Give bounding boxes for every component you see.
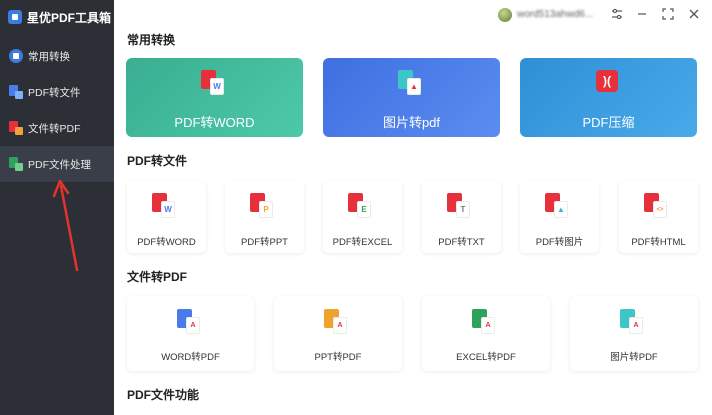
tile-pdf-to-image[interactable]: ▲ PDF转图片 xyxy=(520,181,599,253)
card-pdf-compress[interactable]: )( PDF压缩 xyxy=(520,58,697,137)
avatar[interactable] xyxy=(498,8,512,22)
tile-label: EXCEL转PDF xyxy=(456,352,516,363)
sidebar-item-file-to-pdf[interactable]: 文件转PDF xyxy=(0,110,114,146)
maximize-icon[interactable] xyxy=(660,6,676,22)
tile-label: PDF转WORD xyxy=(137,237,196,248)
tile-label: PDF转PPT xyxy=(241,237,288,248)
tile-label: WORD转PDF xyxy=(161,352,220,363)
sidebar-item-pdf-process[interactable]: PDF文件处理 xyxy=(0,146,114,182)
tile-word-to-pdf[interactable]: A WORD转PDF xyxy=(127,296,254,371)
pdf-process-icon xyxy=(9,157,23,171)
sidebar-item-label: 常用转换 xyxy=(28,50,70,63)
sidebar-item-label: PDF文件处理 xyxy=(28,158,91,171)
card-label: 图片转pdf xyxy=(382,115,441,130)
tile-pdf-to-excel[interactable]: E PDF转EXCEL xyxy=(323,181,402,253)
sidebar-item-label: PDF转文件 xyxy=(28,86,81,99)
card-label: PDF转WORD xyxy=(174,115,255,130)
card-pdf-to-word[interactable]: W PDF转WORD xyxy=(126,58,303,137)
tile-excel-to-pdf[interactable]: A EXCEL转PDF xyxy=(422,296,550,371)
sidebar: 星优PDF工具箱 常用转换 PDF转文件 文件转PDF PDF文件处理 xyxy=(0,0,114,415)
section-title-file-to-pdf: 文件转PDF xyxy=(127,270,188,284)
tile-label: 图片转PDF xyxy=(610,352,658,363)
title-bar: word513ahwd6... xyxy=(114,0,712,28)
annotation-arrow-icon xyxy=(52,179,79,272)
section-title-pdf-functions: PDF文件功能 xyxy=(127,388,200,402)
app-title: 星优PDF工具箱 xyxy=(27,10,112,25)
tile-pdf-to-ppt[interactable]: P PDF转PPT xyxy=(225,181,304,253)
grid-icon xyxy=(9,49,23,63)
tile-label: PDF转TXT xyxy=(438,237,485,248)
card-label: PDF压缩 xyxy=(582,115,635,130)
tile-label: PDF转图片 xyxy=(535,237,584,248)
pdf-compress-icon: )( xyxy=(596,70,618,92)
tile-label: PDF转HTML xyxy=(631,237,686,248)
section-title-pdf-to-file: PDF转文件 xyxy=(127,154,188,168)
close-icon[interactable] xyxy=(686,6,702,22)
minimize-icon[interactable] xyxy=(634,6,650,22)
tile-ppt-to-pdf[interactable]: A PPT转PDF xyxy=(274,296,402,371)
sidebar-item-common[interactable]: 常用转换 xyxy=(0,38,114,74)
tile-image-to-pdf[interactable]: A 图片转PDF xyxy=(570,296,698,371)
app-title-bar: 星优PDF工具箱 xyxy=(0,0,114,34)
file-to-pdf-icon xyxy=(9,121,23,135)
tile-pdf-to-word[interactable]: W PDF转WORD xyxy=(127,181,206,253)
sidebar-item-pdf-to-file[interactable]: PDF转文件 xyxy=(0,74,114,110)
sidebar-item-label: 文件转PDF xyxy=(28,122,81,135)
pdf-to-file-icon xyxy=(9,85,23,99)
tile-label: PDF转EXCEL xyxy=(332,237,393,248)
card-image-to-pdf[interactable]: ▲ 图片转pdf xyxy=(323,58,500,137)
tile-pdf-to-html[interactable]: <> PDF转HTML xyxy=(619,181,698,253)
tile-pdf-to-txt[interactable]: T PDF转TXT xyxy=(422,181,501,253)
username: word513ahwd6... xyxy=(517,9,594,20)
settings-icon[interactable] xyxy=(609,6,625,22)
app-logo-icon xyxy=(8,10,22,24)
section-title-common: 常用转换 xyxy=(127,33,176,47)
tile-label: PPT转PDF xyxy=(314,352,362,363)
